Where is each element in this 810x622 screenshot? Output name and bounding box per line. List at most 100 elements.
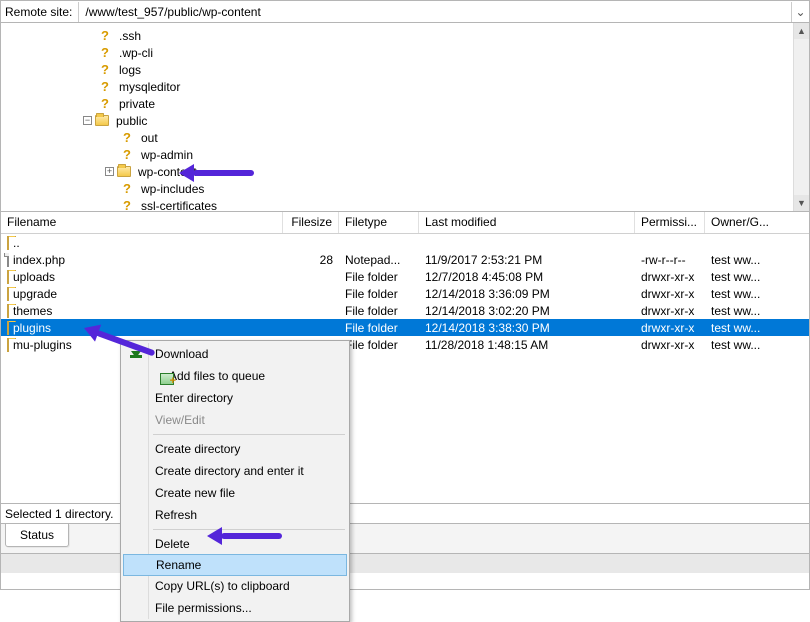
menu-separator — [153, 529, 345, 530]
menu-item-view-edit: View/Edit — [123, 409, 347, 431]
scroll-up-icon[interactable]: ▲ — [794, 23, 810, 39]
parent-dir-row[interactable]: .. — [1, 234, 809, 251]
tree-item-wp-admin[interactable]: wp-admin — [1, 146, 809, 163]
tree-item-private[interactable]: private — [1, 95, 809, 112]
menu-item-label: Delete — [155, 537, 190, 551]
menu-item-label: Rename — [156, 558, 201, 572]
menu-item-copy-url-s-to-clipboard[interactable]: Copy URL(s) to clipboard — [123, 575, 347, 597]
cell-filetype: File folder — [339, 338, 419, 352]
menu-item-file-permissions[interactable]: File permissions... — [123, 597, 347, 619]
folder-icon — [7, 287, 9, 301]
menu-item-label: View/Edit — [155, 413, 205, 427]
unknown-folder-icon — [97, 97, 113, 111]
cell-filename: .. — [1, 236, 283, 250]
tree-item-public[interactable]: − public — [1, 112, 809, 129]
cell-filetype: File folder — [339, 287, 419, 301]
cell-filetype: File folder — [339, 270, 419, 284]
tree-label: mysqleditor — [117, 80, 182, 94]
col-filename[interactable]: Filename — [1, 212, 283, 233]
tree-label: out — [139, 131, 160, 145]
tree-item--ssh[interactable]: .ssh — [1, 27, 809, 44]
scroll-down-icon[interactable]: ▼ — [794, 195, 810, 211]
tab-status[interactable]: Status — [5, 524, 69, 547]
cell-lastmodified: 12/14/2018 3:36:09 PM — [419, 287, 635, 301]
tree-label: .wp-cli — [117, 46, 155, 60]
context-menu[interactable]: DownloadAdd files to queueEnter director… — [120, 340, 350, 622]
remote-site-dropdown-icon[interactable]: ⌄ — [791, 2, 809, 22]
menu-item-create-directory-and-enter-it[interactable]: Create directory and enter it — [123, 460, 347, 482]
file-row-themes[interactable]: themesFile folder12/14/2018 3:02:20 PMdr… — [1, 302, 809, 319]
collapse-icon[interactable]: − — [83, 116, 92, 125]
menu-item-label: Copy URL(s) to clipboard — [155, 579, 290, 593]
file-row-index-php[interactable]: index.php28Notepad...11/9/2017 2:53:21 P… — [1, 251, 809, 268]
menu-item-label: Create new file — [155, 486, 235, 500]
cell-filename: upgrade — [1, 287, 283, 301]
cell-owner: test ww... — [705, 321, 781, 335]
menu-item-add-files-to-queue[interactable]: Add files to queue — [123, 365, 347, 387]
menu-item-download[interactable]: Download — [123, 343, 347, 365]
tree-label: logs — [117, 63, 143, 77]
col-filetype[interactable]: Filetype — [339, 212, 419, 233]
tree-item-logs[interactable]: logs — [1, 61, 809, 78]
remote-site-label: Remote site: — [1, 2, 79, 22]
cell-filename: uploads — [1, 270, 283, 284]
col-owner[interactable]: Owner/G... — [705, 212, 781, 233]
tree-label: wp-content — [136, 165, 199, 179]
unknown-folder-icon — [119, 199, 135, 213]
menu-item-label: Refresh — [155, 508, 197, 522]
tree-label: private — [117, 97, 157, 111]
cell-filetype: File folder — [339, 304, 419, 318]
cell-owner: test ww... — [705, 253, 781, 267]
folder-icon — [94, 114, 110, 128]
menu-item-create-new-file[interactable]: Create new file — [123, 482, 347, 504]
file-row-uploads[interactable]: uploads File folder12/7/2018 4:45:08 PMdr… — [1, 268, 809, 285]
cell-owner: test ww... — [705, 287, 781, 301]
menu-item-enter-directory[interactable]: Enter directory — [123, 387, 347, 409]
folder-icon — [7, 270, 9, 284]
file-rows[interactable]: ..index.php28Notepad...11/9/2017 2:53:21… — [1, 234, 809, 353]
remote-site-bar: Remote site: /www/test_957/public/wp-con… — [1, 1, 809, 23]
cell-lastmodified: 12/7/2018 4:45:08 PM — [419, 270, 635, 284]
tree-label: public — [114, 114, 149, 128]
menu-item-rename[interactable]: Rename — [123, 554, 347, 576]
filename-text: mu-plugins — [13, 338, 72, 352]
tree-branch-icon — [83, 81, 95, 93]
cell-owner: test ww... — [705, 270, 781, 284]
menu-item-create-directory[interactable]: Create directory — [123, 438, 347, 460]
tree-item-wp-includes[interactable]: wp-includes — [1, 180, 809, 197]
cell-permissions: drwxr-xr-x — [635, 270, 705, 284]
cell-permissions: drwxr-xr-x — [635, 321, 705, 335]
tree-item-ssl-certificates[interactable]: ssl-certificates — [1, 197, 809, 212]
download-icon — [128, 346, 144, 362]
tree-item-out[interactable]: out — [1, 129, 809, 146]
menu-separator — [153, 434, 345, 435]
tree-scrollbar[interactable]: ▲ ▼ — [793, 23, 809, 211]
cell-filename: index.php — [1, 253, 283, 267]
tree-branch-icon — [83, 98, 95, 110]
remote-tree-pane[interactable]: .ssh .wp-cli logs mysqleditor private − public… — [1, 23, 809, 212]
file-list-header[interactable]: Filename Filesize Filetype Last modified… — [1, 212, 809, 234]
remote-site-path[interactable]: /www/test_957/public/wp-content — [79, 2, 791, 22]
tree-item--wp-cli[interactable]: .wp-cli — [1, 44, 809, 61]
filename-text: plugins — [13, 321, 51, 335]
tree-label: wp-admin — [139, 148, 195, 162]
cell-filetype: File folder — [339, 321, 419, 335]
folder-icon — [7, 321, 9, 335]
tree-item-wp-content[interactable]: + wp-content — [1, 163, 809, 180]
tree-branch-icon — [83, 64, 95, 76]
col-lastmodified[interactable]: Last modified — [419, 212, 635, 233]
menu-item-delete[interactable]: Delete — [123, 533, 347, 555]
folder-icon — [116, 165, 132, 179]
tree-item-mysqleditor[interactable]: mysqleditor — [1, 78, 809, 95]
cell-lastmodified: 12/14/2018 3:38:30 PM — [419, 321, 635, 335]
menu-item-refresh[interactable]: Refresh — [123, 504, 347, 526]
expand-icon[interactable]: + — [105, 167, 114, 176]
file-row-plugins[interactable]: plugins File folder12/14/2018 3:38:30 PMd… — [1, 319, 809, 336]
file-row-upgrade[interactable]: upgrade File folder12/14/2018 3:36:09 PMd… — [1, 285, 809, 302]
cell-lastmodified: 11/9/2017 2:53:21 PM — [419, 253, 635, 267]
cell-permissions: drwxr-xr-x — [635, 287, 705, 301]
cell-filetype: Notepad... — [339, 253, 419, 267]
add-to-queue-icon — [160, 373, 174, 385]
col-permissions[interactable]: Permissi... — [635, 212, 705, 233]
col-filesize[interactable]: Filesize — [283, 212, 339, 233]
